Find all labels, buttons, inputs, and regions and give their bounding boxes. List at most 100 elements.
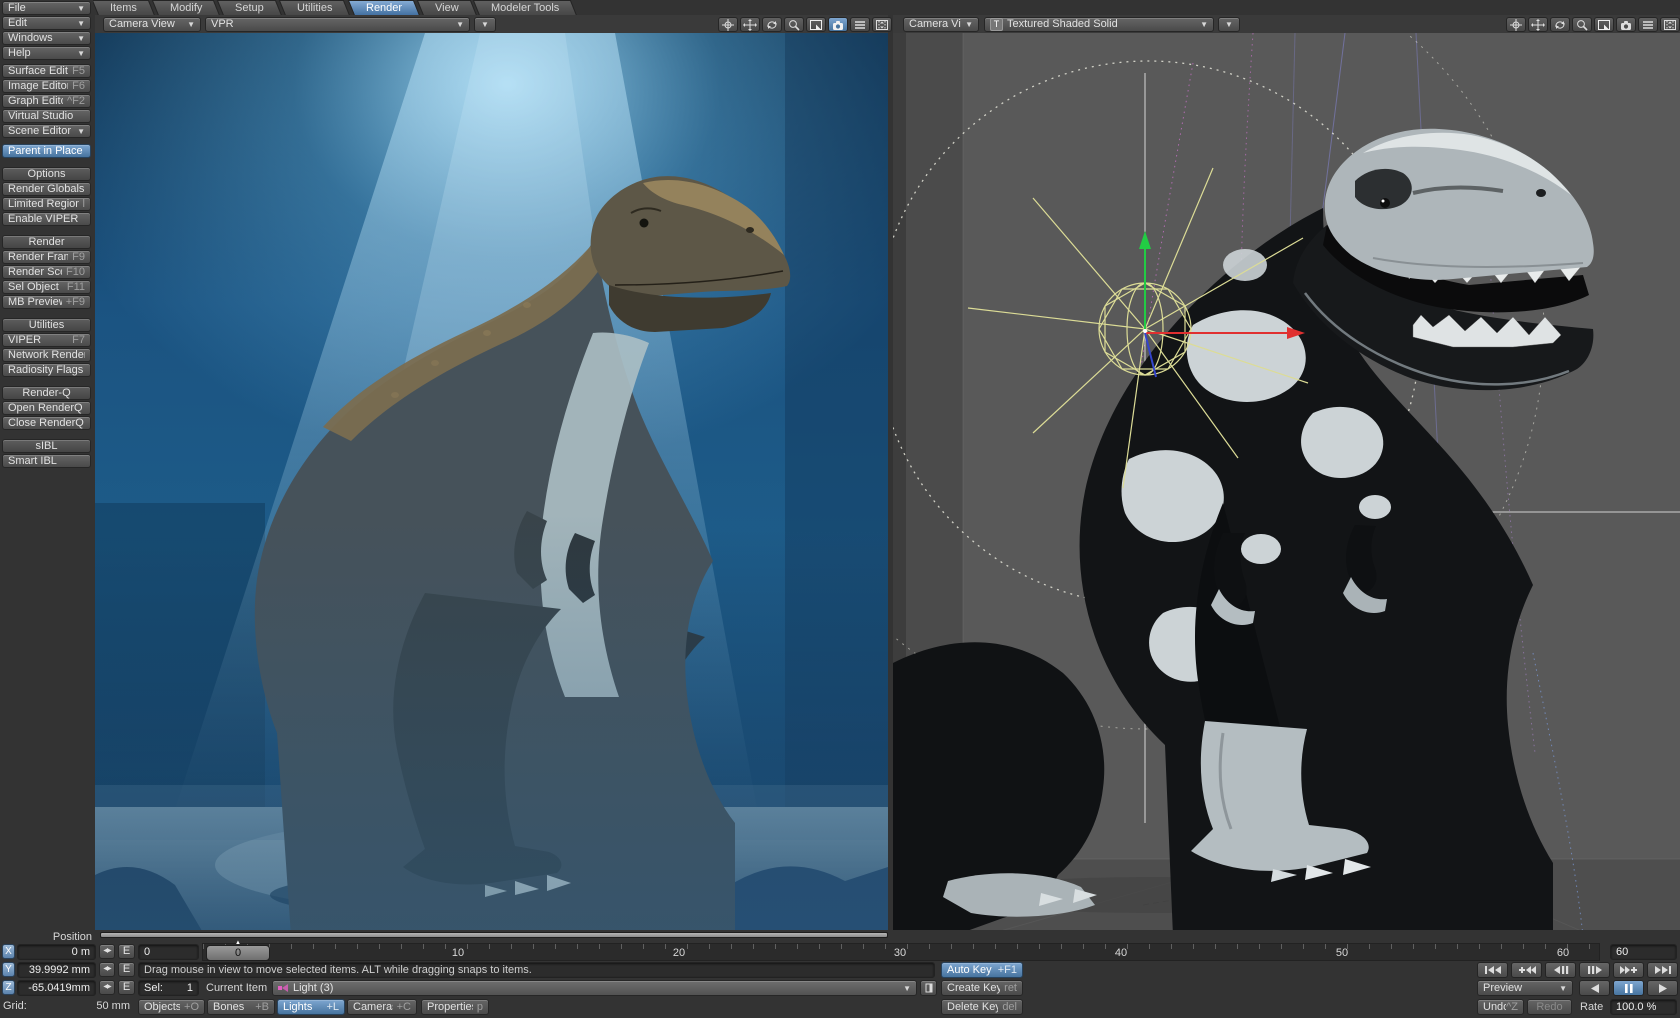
left-viewport-options-dropdown[interactable]: ▼ [474, 17, 496, 32]
left-render-mode-dropdown[interactable]: VPR▼ [205, 17, 470, 32]
previous-keyframe-button[interactable] [1511, 962, 1542, 978]
play-forward-button[interactable] [1647, 980, 1678, 996]
film-icon[interactable] [872, 17, 892, 32]
x-envelope-button[interactable]: E [118, 944, 135, 959]
rotate-icon[interactable] [1550, 17, 1570, 32]
tab-items[interactable]: Items [92, 0, 155, 16]
tab-modify[interactable]: Modify [152, 0, 221, 16]
previous-frame-button[interactable] [1545, 962, 1576, 978]
jump-first-frame-button[interactable] [1477, 962, 1508, 978]
frame-slider[interactable]: 0 ▲ [206, 945, 270, 961]
tab-setup[interactable]: Setup [217, 0, 282, 16]
properties-button[interactable]: Propertiesp [421, 999, 489, 1015]
camera-icon[interactable] [1616, 17, 1636, 32]
chevron-down-icon: ▼ [1200, 18, 1208, 31]
close-renderq-button[interactable]: Close RenderQ [2, 416, 91, 430]
next-frame-button[interactable] [1579, 962, 1610, 978]
film-icon[interactable] [1660, 17, 1680, 32]
x-stepper[interactable]: ◀▶ [99, 944, 115, 959]
y-envelope-button[interactable]: E [118, 962, 135, 977]
chevron-down-icon: ▼ [77, 47, 85, 60]
timeline-ruler[interactable]: 0 ▲ 10 20 30 40 50 60 [202, 943, 1600, 961]
pause-button[interactable] [1613, 980, 1644, 996]
auto-key-button[interactable]: Auto Key+F1 [941, 962, 1023, 978]
tab-render[interactable]: Render [347, 0, 420, 16]
viewport-hscrollbar[interactable] [100, 932, 888, 938]
right-view-type-dropdown[interactable]: Camera View▼ [903, 17, 979, 32]
x-value-field[interactable]: 0 m [17, 944, 96, 960]
redo-button[interactable]: Redo [1527, 999, 1572, 1015]
tab-utilities[interactable]: Utilities [279, 0, 351, 16]
limited-region-button[interactable]: Limited Regionl [2, 197, 91, 211]
tab-modeler-tools[interactable]: Modeler Tools [473, 0, 578, 16]
parent-in-place-button[interactable]: Parent in Place [2, 144, 91, 158]
list-icon[interactable] [850, 17, 870, 32]
right-viewport-options-dropdown[interactable]: ▼ [1218, 17, 1240, 32]
radiosity-flags-button[interactable]: Radiosity Flags [2, 363, 91, 377]
viewport-right-canvas[interactable] [893, 33, 1680, 936]
current-frame-field[interactable]: 0 [138, 944, 199, 960]
virtual-studio-button[interactable]: Virtual Studio [2, 109, 91, 123]
pan-icon[interactable] [718, 17, 738, 32]
move-icon[interactable] [1528, 17, 1548, 32]
viewport-right-toolbar [1506, 17, 1680, 32]
cameras-button[interactable]: Cameras+C [347, 999, 417, 1015]
viewport-left-toolbar [718, 17, 892, 32]
maximize-icon[interactable] [1594, 17, 1614, 32]
undo-button[interactable]: Undo^Z [1477, 999, 1524, 1015]
y-stepper[interactable]: ◀▶ [99, 962, 115, 977]
current-item-label: Current Item [206, 982, 267, 994]
jump-last-frame-button[interactable] [1647, 962, 1678, 978]
create-key-button[interactable]: Create Keyret [941, 980, 1023, 996]
render-scene-button[interactable]: Render SceneF10 [2, 265, 91, 279]
right-render-mode-dropdown[interactable]: T Textured Shaded Solid▼ [984, 17, 1214, 32]
current-item-dropdown[interactable]: Light (3) ▼ [272, 980, 917, 996]
preview-dropdown[interactable]: Preview▼ [1477, 980, 1573, 996]
menu-edit[interactable]: Edit▼ [2, 16, 91, 30]
grid-size-value: 50 mm [60, 1000, 130, 1012]
rotate-icon[interactable] [762, 17, 782, 32]
surface-editor-button[interactable]: Surface EditorF5 [2, 64, 91, 78]
enable-viper-button[interactable]: Enable VIPER [2, 212, 91, 226]
left-view-type-dropdown[interactable]: Camera View▼ [103, 17, 201, 32]
render-globals-button[interactable]: Render Globals [2, 182, 91, 196]
scene-editor-button[interactable]: Scene Editor▼ [2, 124, 91, 138]
graph-editor-button[interactable]: Graph Editor^F2 [2, 94, 91, 108]
item-list-button[interactable] [920, 980, 937, 996]
open-renderq-button[interactable]: Open RenderQ [2, 401, 91, 415]
objects-button[interactable]: Objects+O [138, 999, 205, 1015]
end-frame-field[interactable]: 60 [1610, 944, 1677, 960]
list-icon[interactable] [1638, 17, 1658, 32]
image-editor-button[interactable]: Image EditorF6 [2, 79, 91, 93]
rate-value-field[interactable]: 100.0 % [1610, 999, 1677, 1015]
z-value-field[interactable]: -65.0419mm [17, 980, 96, 996]
network-render-button[interactable]: Network Render [2, 348, 91, 362]
menu-help[interactable]: Help▼ [2, 46, 91, 60]
menu-file[interactable]: File▼ [2, 1, 91, 15]
delete-key-button[interactable]: Delete Keydel [941, 999, 1023, 1015]
rate-label: Rate [1580, 1001, 1603, 1013]
zoom-icon[interactable] [1572, 17, 1592, 32]
zoom-icon[interactable] [784, 17, 804, 32]
selection-count-field: Sel:1 [138, 980, 199, 996]
bones-button[interactable]: Bones+B [207, 999, 275, 1015]
viper-button[interactable]: VIPERF7 [2, 333, 91, 347]
lights-button[interactable]: Lights+L [277, 999, 345, 1015]
z-stepper[interactable]: ◀▶ [99, 980, 115, 995]
tab-view[interactable]: View [416, 0, 476, 16]
pan-icon[interactable] [1506, 17, 1526, 32]
y-value-field[interactable]: 39.9992 mm [17, 962, 96, 978]
next-keyframe-button[interactable] [1613, 962, 1644, 978]
main-menu-tabs: Items Modify Setup Utilities Render View… [95, 0, 575, 15]
sel-object-button[interactable]: Sel ObjectF11 [2, 280, 91, 294]
menu-windows[interactable]: Windows▼ [2, 31, 91, 45]
z-envelope-button[interactable]: E [118, 980, 135, 995]
camera-icon[interactable] [828, 17, 848, 32]
move-icon[interactable] [740, 17, 760, 32]
mb-preview-button[interactable]: MB Preview+F9 [2, 295, 91, 309]
smart-ibl-button[interactable]: Smart IBL [2, 454, 91, 468]
maximize-icon[interactable] [806, 17, 826, 32]
viewport-left-canvas[interactable] [95, 33, 888, 936]
render-frame-button[interactable]: Render FrameF9 [2, 250, 91, 264]
play-reverse-button[interactable] [1579, 980, 1610, 996]
